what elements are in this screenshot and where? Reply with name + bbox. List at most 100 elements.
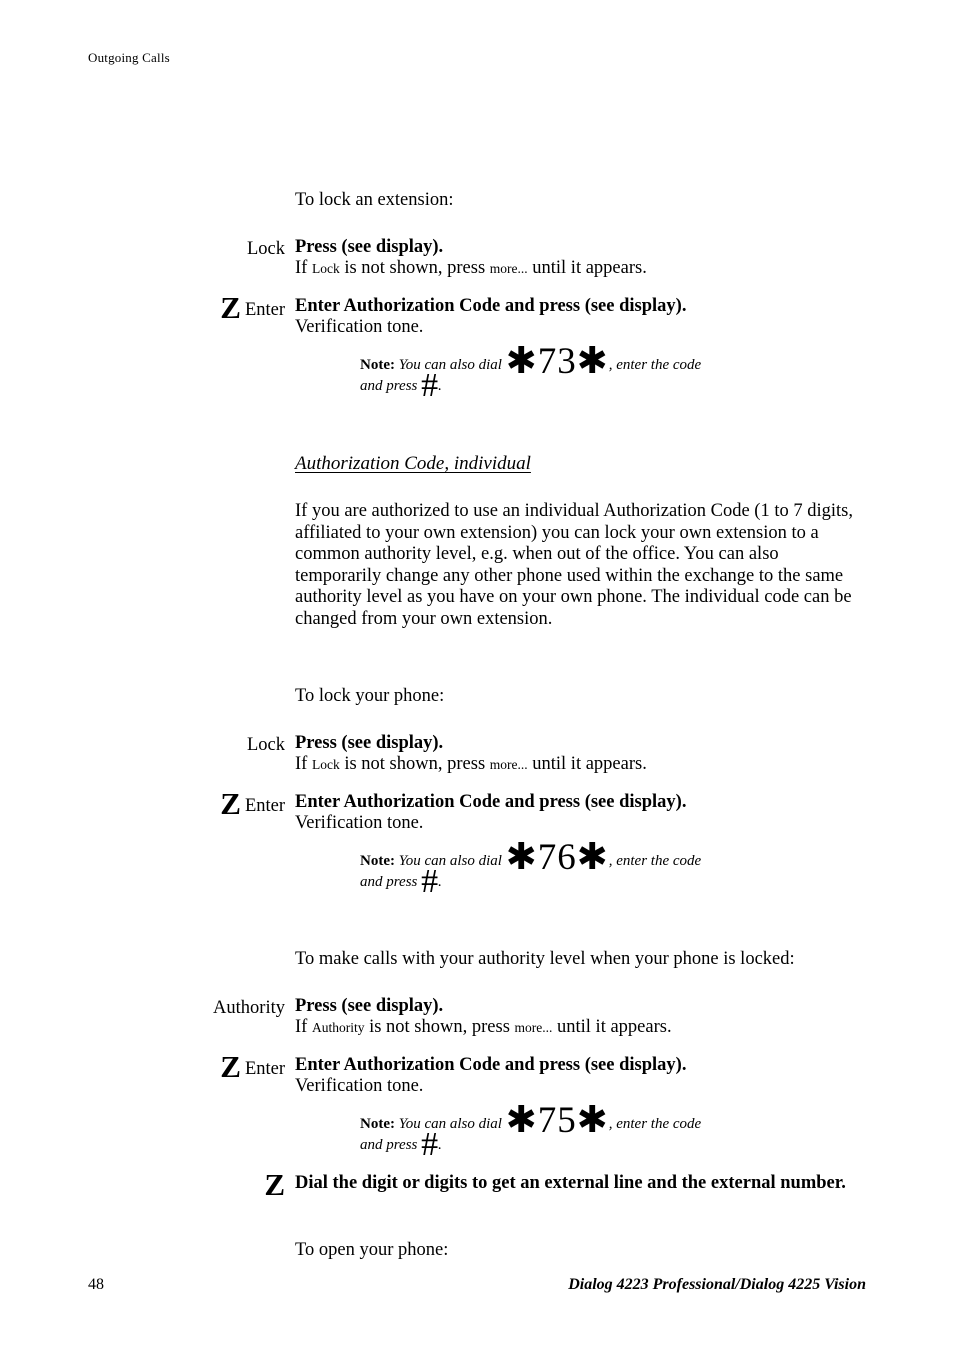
softkey-name: Enter [244, 1059, 285, 1079]
step-detail: If Authority is not shown, press more...… [295, 1017, 868, 1038]
step-instruction: Press (see display). [295, 733, 444, 753]
detail-prefix: If [295, 1017, 312, 1037]
note-text-middle: , enter the code [608, 357, 702, 373]
note-text-before: You can also dial [398, 1116, 502, 1132]
note-text-before: You can also dial [398, 853, 502, 869]
keypad-key-icon: Z [220, 1049, 241, 1084]
document-page: Outgoing Calls To lock an extension: Loc… [0, 0, 954, 1352]
page-content: To lock an extension: Lock Press (see di… [88, 190, 868, 1261]
display-softkey-label: Lock [311, 757, 340, 772]
detail-prefix: If [295, 754, 312, 774]
keypad-key-icon: Z [264, 1167, 285, 1202]
lead-in-row: To lock an extension: [88, 190, 868, 211]
note-text-after: and press [360, 378, 418, 394]
detail-prefix: If [295, 258, 312, 278]
running-header: Outgoing Calls [88, 50, 170, 65]
step-detail: Verification tone. [295, 813, 424, 833]
lead-in-row: To open your phone: [88, 1240, 868, 1261]
note-text-before: You can also dial [398, 357, 502, 373]
step-row: Lock Press (see display). If Lock is not… [88, 237, 868, 279]
note-block: Note: You can also dial ✱75✱, enter the … [295, 1102, 868, 1162]
detail-suffix: until it appears. [552, 1017, 672, 1037]
key-column: Authority [88, 996, 295, 1020]
step-detail: If Lock is not shown, press more... unti… [295, 754, 868, 775]
footer-page-number: 48 [88, 1276, 104, 1293]
display-softkey-more: more... [489, 757, 528, 772]
step-row: Z Enter Enter Authorization Code and pre… [88, 788, 868, 834]
step-instruction: Press (see display). [295, 996, 444, 1016]
detail-middle: is not shown, press [339, 754, 490, 774]
note-text-after: and press [360, 874, 418, 890]
note-label: Note: [360, 357, 395, 373]
softkey-name: Enter [244, 300, 285, 320]
display-softkey-more: more... [514, 1020, 553, 1035]
dial-code: ✱76✱ [505, 837, 609, 878]
note-row: Note: You can also dial ✱73✱, enter the … [88, 343, 868, 403]
note-period: . [438, 1137, 442, 1153]
keypad-key-icon: Z [220, 290, 241, 325]
hash-key-icon: # [421, 863, 439, 900]
note-text-middle: , enter the code [608, 853, 702, 869]
key-column: Z Enter [88, 292, 295, 323]
note-label: Note: [360, 853, 395, 869]
key-column: Lock [88, 733, 295, 757]
step-instruction: Enter Authorization Code and press (see … [295, 792, 687, 812]
dial-code: ✱75✱ [505, 1100, 609, 1141]
step-instruction: Press (see display). [295, 237, 444, 257]
note-block: Note: You can also dial ✱73✱, enter the … [295, 343, 868, 403]
display-softkey-more: more... [489, 261, 528, 276]
lead-in-text: To open your phone: [295, 1240, 449, 1260]
detail-suffix: until it appears. [527, 258, 647, 278]
section-heading: Authorization Code, individual [295, 453, 531, 474]
note-period: . [438, 874, 442, 890]
step-detail: If Lock is not shown, press more... unti… [295, 258, 868, 279]
footer-document-title: Dialog 4223 Professional/Dialog 4225 Vis… [568, 1276, 866, 1293]
display-softkey-label: Lock [311, 261, 340, 276]
step-detail: Verification tone. [295, 317, 424, 337]
display-softkey-label: Authority [311, 1020, 365, 1035]
section-heading-row: Authorization Code, individual [88, 453, 868, 475]
hash-key-icon: # [421, 367, 439, 404]
step-row: Lock Press (see display). If Lock is not… [88, 733, 868, 775]
note-row: Note: You can also dial ✱75✱, enter the … [88, 1102, 868, 1162]
lead-in-text: To lock an extension: [295, 190, 454, 210]
softkey-name: Lock [246, 239, 285, 259]
dial-code: ✱73✱ [505, 341, 609, 382]
keypad-key-icon: Z [220, 786, 241, 821]
detail-middle: is not shown, press [339, 258, 490, 278]
note-text-middle: , enter the code [608, 1116, 702, 1132]
lead-in-text: To lock your phone: [295, 686, 445, 706]
softkey-name: Authority [213, 998, 285, 1018]
step-row: Z Enter Enter Authorization Code and pre… [88, 292, 868, 338]
key-column: Z [88, 1169, 295, 1200]
lead-in-row: To lock your phone: [88, 686, 868, 707]
note-block: Note: You can also dial ✱76✱, enter the … [295, 839, 868, 899]
step-instruction: Enter Authorization Code and press (see … [295, 1055, 687, 1075]
lead-in-text: To make calls with your authority level … [295, 949, 795, 969]
hash-key-icon: # [421, 1126, 439, 1163]
step-detail: Verification tone. [295, 1076, 424, 1096]
step-row: Z Dial the digit or digits to get an ext… [88, 1169, 868, 1200]
detail-middle: is not shown, press [364, 1017, 515, 1037]
key-column: Z Enter [88, 788, 295, 819]
note-text-after: and press [360, 1137, 418, 1153]
note-row: Note: You can also dial ✱76✱, enter the … [88, 839, 868, 899]
lead-in-row: To make calls with your authority level … [88, 949, 868, 970]
paragraph-row: If you are authorized to use an individu… [88, 501, 868, 630]
body-paragraph: If you are authorized to use an individu… [295, 501, 853, 629]
softkey-name: Enter [244, 796, 285, 816]
note-period: . [438, 378, 442, 394]
step-instruction: Dial the digit or digits to get an exter… [295, 1173, 846, 1193]
